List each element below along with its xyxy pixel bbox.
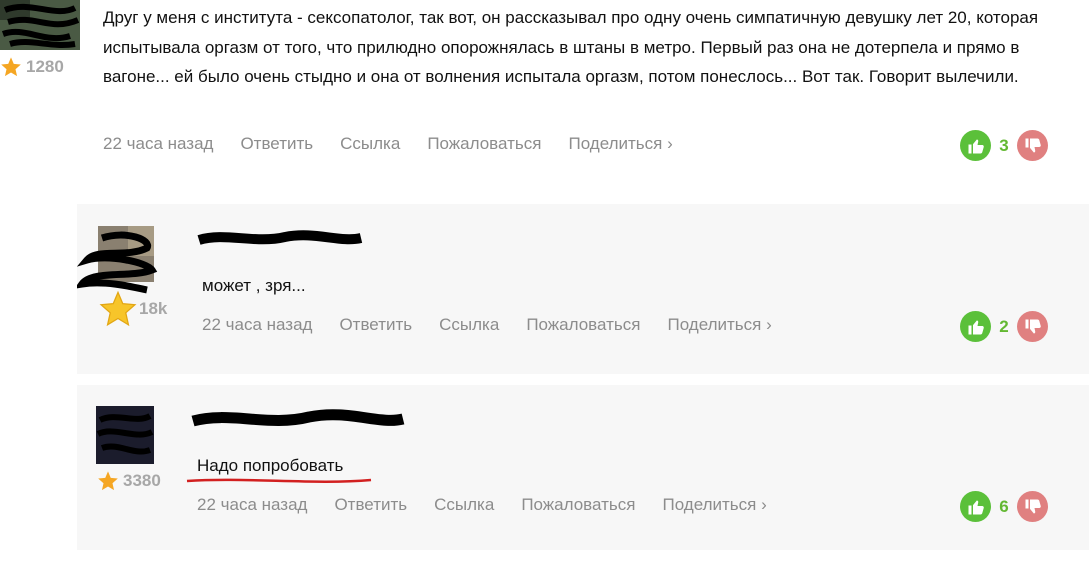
downvote-button[interactable] bbox=[1017, 311, 1048, 342]
share-link[interactable]: Поделиться bbox=[662, 495, 766, 515]
permalink-link[interactable]: Ссылка bbox=[340, 134, 400, 154]
comment-actions: 22 часа назад Ответить Ссылка Пожаловать… bbox=[103, 134, 700, 154]
thumbs-down-icon bbox=[1025, 499, 1041, 513]
rating-value: 18k bbox=[139, 299, 168, 318]
avatar[interactable] bbox=[0, 0, 80, 50]
reply-comment: 18k может , зря... 22 часа назад Ответит… bbox=[77, 204, 1089, 374]
vote-count: 3 bbox=[999, 135, 1009, 155]
rating-value: 3380 bbox=[123, 471, 161, 490]
vote-count: 2 bbox=[999, 316, 1009, 336]
comment-time[interactable]: 22 часа назад bbox=[202, 315, 312, 335]
comment-actions: 22 часа назад Ответить Ссылка Пожаловать… bbox=[197, 495, 794, 515]
rating-value: 1280 bbox=[26, 57, 64, 76]
avatar-image bbox=[96, 406, 154, 464]
share-link[interactable]: Поделиться bbox=[568, 134, 672, 154]
upvote-button[interactable] bbox=[960, 491, 991, 522]
report-link[interactable]: Пожаловаться bbox=[427, 134, 541, 154]
permalink-link[interactable]: Ссылка bbox=[434, 495, 494, 515]
comment-time[interactable]: 22 часа назад bbox=[103, 134, 213, 154]
comment-time[interactable]: 22 часа назад bbox=[197, 495, 307, 515]
comment-actions: 22 часа назад Ответить Ссылка Пожаловать… bbox=[202, 315, 799, 335]
vote-controls: 3 bbox=[960, 130, 1048, 161]
reply-link[interactable]: Ответить bbox=[339, 315, 412, 335]
thumbs-up-icon bbox=[968, 139, 984, 153]
vote-count: 6 bbox=[999, 496, 1009, 516]
username-redacted[interactable] bbox=[195, 228, 365, 252]
vote-controls: 6 bbox=[960, 491, 1048, 522]
thumbs-down-icon bbox=[1025, 319, 1041, 333]
report-link[interactable]: Пожаловаться bbox=[526, 315, 640, 335]
user-rating: 1280 bbox=[0, 56, 64, 78]
avatar-image bbox=[0, 0, 80, 50]
downvote-button[interactable] bbox=[1017, 491, 1048, 522]
upvote-button[interactable] bbox=[960, 130, 991, 161]
upvote-button[interactable] bbox=[960, 311, 991, 342]
star-icon bbox=[98, 471, 118, 491]
permalink-link[interactable]: Ссылка bbox=[439, 315, 499, 335]
star-icon bbox=[1, 57, 21, 77]
thumbs-up-icon bbox=[968, 500, 984, 514]
reply-link[interactable]: Ответить bbox=[334, 495, 407, 515]
reply-link[interactable]: Ответить bbox=[240, 134, 313, 154]
comment: 1280 Друг у меня с института - сексопато… bbox=[0, 0, 1089, 190]
username-redacted[interactable] bbox=[189, 405, 409, 435]
star-icon bbox=[99, 290, 137, 327]
comment-text: может , зря... bbox=[202, 276, 306, 295]
reply-comment: 3380 Надо попробовать 22 часа назад Отве… bbox=[77, 385, 1089, 550]
thumbs-up-icon bbox=[968, 320, 984, 334]
share-link[interactable]: Поделиться bbox=[667, 315, 771, 335]
avatar[interactable] bbox=[96, 406, 154, 464]
downvote-button[interactable] bbox=[1017, 130, 1048, 161]
user-rating: 3380 bbox=[97, 470, 161, 492]
vote-controls: 2 bbox=[960, 311, 1048, 342]
comment-text: Друг у меня с института - сексопатолог, … bbox=[103, 8, 1039, 86]
thumbs-down-icon bbox=[1025, 138, 1041, 152]
user-rating: 18k bbox=[99, 290, 167, 328]
red-underline bbox=[186, 478, 372, 483]
report-link[interactable]: Пожаловаться bbox=[521, 495, 635, 515]
